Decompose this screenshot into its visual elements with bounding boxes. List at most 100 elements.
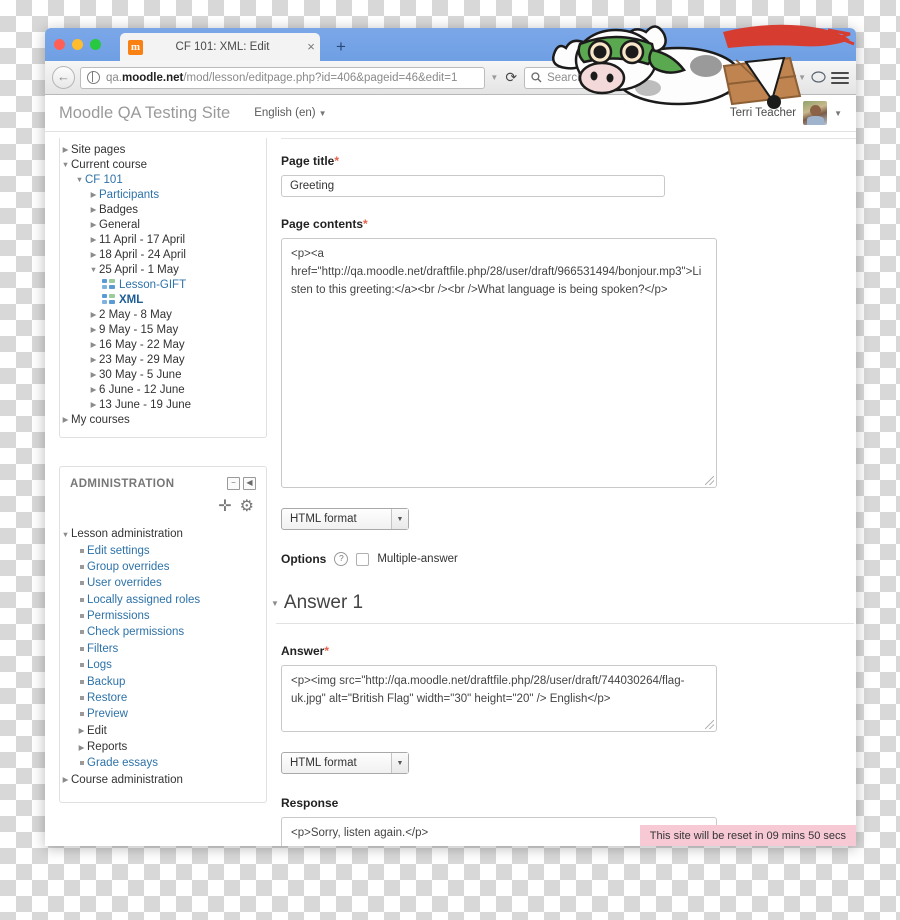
overflow-chevron-icon[interactable]: ▼ (798, 73, 806, 82)
admin-menu-item[interactable]: Logs (60, 657, 266, 673)
chevron-right-icon[interactable]: ▶ (88, 400, 99, 409)
chevron-right-icon[interactable]: ▶ (88, 310, 99, 319)
chevron-right-icon[interactable]: ▶ (88, 385, 99, 394)
language-selector[interactable]: English (en) ▼ (254, 107, 326, 119)
chevron-right-icon[interactable]: ▶ (88, 205, 99, 214)
user-menu[interactable]: Terri Teacher ▼ (730, 101, 842, 125)
chevron-right-icon[interactable]: ▶ (88, 340, 99, 349)
nav-tree-item[interactable]: ▶ 9 May - 15 May (60, 322, 266, 337)
answer-format-select[interactable]: HTML format ▼ (281, 752, 409, 774)
nav-tree-item[interactable]: ▶ 16 May - 22 May (60, 337, 266, 352)
nav-tree-item[interactable]: ▶ 18 April - 24 April (60, 247, 266, 262)
page-contents-textarea[interactable]: <p><a href="http://qa.moodle.net/draftfi… (281, 238, 717, 488)
nav-tree-item[interactable]: ▼ CF 101 (60, 172, 266, 187)
nav-tree-item[interactable]: ▶ General (60, 217, 266, 232)
chevron-down-icon[interactable]: ▼ (490, 73, 498, 82)
pocket-icon[interactable] (761, 71, 776, 84)
admin-menu-item[interactable]: ▶ Edit (60, 723, 266, 739)
admin-menu-item[interactable]: Filters (60, 641, 266, 657)
nav-tree-item[interactable]: ▶ 23 May - 29 May (60, 352, 266, 367)
address-bar[interactable]: qa.moodle.net/mod/lesson/editpage.php?id… (80, 66, 486, 89)
chevron-down-icon[interactable]: ▼ (88, 265, 99, 274)
admin-menu-item[interactable]: ▶ Course administration (60, 772, 266, 788)
admin-menu-item-label: Backup (87, 675, 126, 688)
hide-block-icon[interactable]: − (227, 477, 240, 490)
resize-handle[interactable] (705, 476, 714, 485)
block-edit-actions: ✛ ⚙ (60, 490, 266, 518)
chevron-right-icon[interactable]: ▶ (76, 726, 87, 735)
page-title-label-text: Page title (281, 154, 335, 168)
answer-section-header[interactable]: ▼ Answer 1 (271, 592, 856, 614)
chevron-down-icon[interactable]: ▼ (74, 175, 85, 184)
nav-tree-item[interactable]: ▶ 30 May - 5 June (60, 367, 266, 382)
response-value: <p>Sorry, listen again.</p> (291, 827, 429, 839)
download-icon[interactable] (688, 71, 701, 84)
reload-icon[interactable]: ⟳ (503, 69, 519, 86)
dock-block-icon[interactable]: ◀ (243, 477, 256, 490)
nav-tree-item[interactable]: ▼ 25 April - 1 May (60, 262, 266, 277)
nav-tree-item[interactable]: ▶ 2 May - 8 May (60, 307, 266, 322)
move-icon[interactable]: ✛ (218, 496, 231, 516)
answer-textarea[interactable]: <p><img src="http://qa.moodle.net/draftf… (281, 665, 717, 732)
nav-tree-item[interactable]: ▶ Badges (60, 202, 266, 217)
search-input[interactable]: Search (524, 66, 684, 89)
chevron-right-icon[interactable]: ▶ (60, 415, 71, 424)
admin-menu-item[interactable]: Backup (60, 673, 266, 689)
sync-icon[interactable] (780, 71, 793, 84)
admin-menu-item[interactable]: Restore (60, 690, 266, 706)
nav-tree-item[interactable]: ▶ 11 April - 17 April (60, 232, 266, 247)
maximize-window-button[interactable] (90, 39, 101, 50)
menu-icon[interactable] (831, 69, 849, 87)
chevron-right-icon[interactable]: ▶ (76, 743, 87, 752)
gear-icon[interactable]: ⚙ (240, 496, 254, 516)
admin-menu-item[interactable]: Edit settings (60, 542, 266, 558)
multiple-answer-checkbox[interactable] (356, 552, 370, 566)
nav-tree-item[interactable]: ▶ 13 June - 19 June (60, 397, 266, 412)
chevron-right-icon[interactable]: ▶ (88, 220, 99, 229)
window-controls[interactable] (54, 39, 101, 50)
admin-menu-item[interactable]: ▶ Reports (60, 739, 266, 755)
nav-tree-item[interactable]: XML (60, 292, 266, 307)
bullet-icon (76, 712, 87, 717)
nav-tree-item[interactable]: ▶ Participants (60, 187, 266, 202)
close-window-button[interactable] (54, 39, 65, 50)
nav-tree-item[interactable]: ▶ Site pages (60, 142, 266, 157)
nav-tree-item[interactable]: ▼ Current course (60, 157, 266, 172)
chevron-right-icon[interactable]: ▶ (88, 325, 99, 334)
browser-tab[interactable]: m CF 101: XML: Edit × (120, 33, 320, 61)
nav-tree-item[interactable]: Lesson-GIFT (60, 277, 266, 292)
reader-view-icon[interactable] (744, 71, 756, 84)
chevron-down-icon[interactable]: ▼ (60, 160, 71, 169)
nav-tree-item-label: My courses (71, 413, 130, 426)
help-icon[interactable]: ? (334, 552, 349, 566)
admin-menu-item[interactable]: Grade essays (60, 755, 266, 771)
minimize-window-button[interactable] (72, 39, 83, 50)
admin-menu-item[interactable]: Permissions (60, 608, 266, 624)
bookmark-star-icon[interactable] (725, 70, 740, 85)
home-icon[interactable] (706, 71, 720, 84)
chevron-right-icon[interactable]: ▶ (88, 370, 99, 379)
chevron-right-icon[interactable]: ▶ (60, 775, 71, 784)
chat-icon[interactable] (811, 71, 826, 84)
back-button[interactable]: ← (52, 66, 75, 89)
admin-menu-item[interactable]: Preview (60, 706, 266, 722)
chevron-down-icon[interactable]: ▼ (60, 530, 71, 539)
chevron-right-icon[interactable]: ▶ (60, 145, 71, 154)
admin-menu-item[interactable]: User overrides (60, 575, 266, 591)
close-icon[interactable]: × (302, 33, 320, 61)
chevron-right-icon[interactable]: ▶ (88, 235, 99, 244)
chevron-right-icon[interactable]: ▶ (88, 355, 99, 364)
chevron-right-icon[interactable]: ▶ (88, 190, 99, 199)
divider (276, 623, 854, 624)
new-tab-button[interactable]: + (330, 36, 352, 58)
chevron-right-icon[interactable]: ▶ (88, 250, 99, 259)
resize-handle[interactable] (705, 720, 714, 729)
admin-menu-item[interactable]: Locally assigned roles (60, 592, 266, 608)
admin-menu-item[interactable]: Check permissions (60, 624, 266, 640)
page-title-input[interactable]: Greeting (281, 175, 665, 197)
page-contents-format-select[interactable]: HTML format ▼ (281, 508, 409, 530)
admin-menu-item[interactable]: Group overrides (60, 559, 266, 575)
nav-tree-item[interactable]: ▶ 6 June - 12 June (60, 382, 266, 397)
admin-menu-item[interactable]: ▼ Lesson administration (60, 526, 266, 542)
nav-tree-item[interactable]: ▶ My courses (60, 412, 266, 427)
